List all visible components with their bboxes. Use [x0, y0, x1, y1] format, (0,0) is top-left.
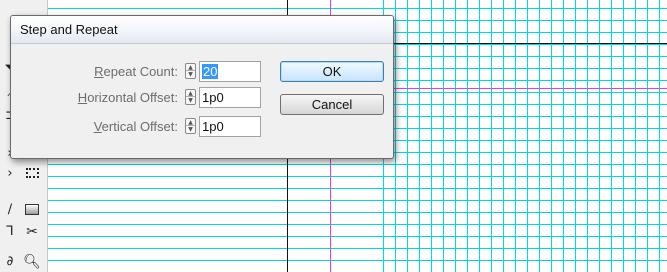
- selection-arrow-icon: ›: [7, 166, 13, 181]
- scissors-tool[interactable]: ⅂ ✂: [3, 222, 45, 242]
- free-transform-icon: [23, 164, 41, 184]
- horizontal-offset-row: Horizontal Offset: ▲ ▼ 1p0: [11, 87, 261, 109]
- ok-button[interactable]: OK: [280, 61, 384, 82]
- zoom-tool[interactable]: ∂ 🔍︎: [3, 252, 45, 272]
- repeat-count-input[interactable]: 20: [199, 61, 261, 82]
- repeat-count-mnemonic: R: [94, 64, 104, 79]
- horizontal-offset-mnemonic: H: [77, 90, 88, 105]
- vertical-offset-label: Vertical Offset:: [94, 119, 178, 134]
- zoom-icon: 🔍︎: [23, 254, 41, 270]
- repeat-count-value: 20: [202, 64, 219, 79]
- pencil-small-icon: ∕: [7, 202, 13, 217]
- horizontal-offset-label-text: orizontal Offset:: [87, 90, 178, 105]
- vertical-offset-row: Vertical Offset: ▲ ▼ 1p0: [11, 116, 261, 138]
- repeat-count-label: Repeat Count:: [94, 64, 178, 79]
- vertical-offset-input[interactable]: 1p0: [199, 116, 261, 137]
- stepper-down-icon[interactable]: ▼: [186, 97, 195, 104]
- stepper-down-icon[interactable]: ▼: [186, 71, 195, 78]
- hand-icon: ⅂: [6, 224, 14, 239]
- vertical-offset-stepper[interactable]: ▲ ▼: [185, 118, 196, 134]
- repeat-count-row: Repeat Count: ▲ ▼ 20: [11, 61, 261, 83]
- horizontal-offset-input[interactable]: 1p0: [199, 87, 261, 108]
- stepper-down-icon[interactable]: ▼: [186, 126, 195, 133]
- stepper-up-icon[interactable]: ▲: [186, 64, 195, 71]
- gradient-tool[interactable]: ∕: [3, 200, 45, 220]
- cancel-button[interactable]: Cancel: [280, 94, 384, 115]
- eyedropper-icon: ∂: [6, 254, 14, 269]
- repeat-count-stepper[interactable]: ▲ ▼: [185, 63, 196, 79]
- dialog-titlebar[interactable]: Step and Repeat: [11, 16, 393, 44]
- scissors-icon: ✂: [26, 224, 38, 240]
- vertical-offset-label-text: ertical Offset:: [101, 119, 178, 134]
- step-and-repeat-dialog: Step and Repeat Repeat Count: ▲ ▼ 20 Hor…: [10, 15, 394, 159]
- stepper-up-icon[interactable]: ▲: [186, 90, 195, 97]
- horizontal-offset-stepper[interactable]: ▲ ▼: [185, 89, 196, 105]
- free-transform-tool[interactable]: ›: [3, 164, 45, 184]
- repeat-count-label-text: epeat Count:: [103, 64, 178, 79]
- gradient-swatch-icon: [23, 200, 41, 220]
- dialog-title: Step and Repeat: [20, 22, 118, 37]
- stepper-up-icon[interactable]: ▲: [186, 119, 195, 126]
- horizontal-offset-label: Horizontal Offset:: [78, 90, 178, 105]
- vertical-offset-mnemonic: V: [93, 119, 102, 134]
